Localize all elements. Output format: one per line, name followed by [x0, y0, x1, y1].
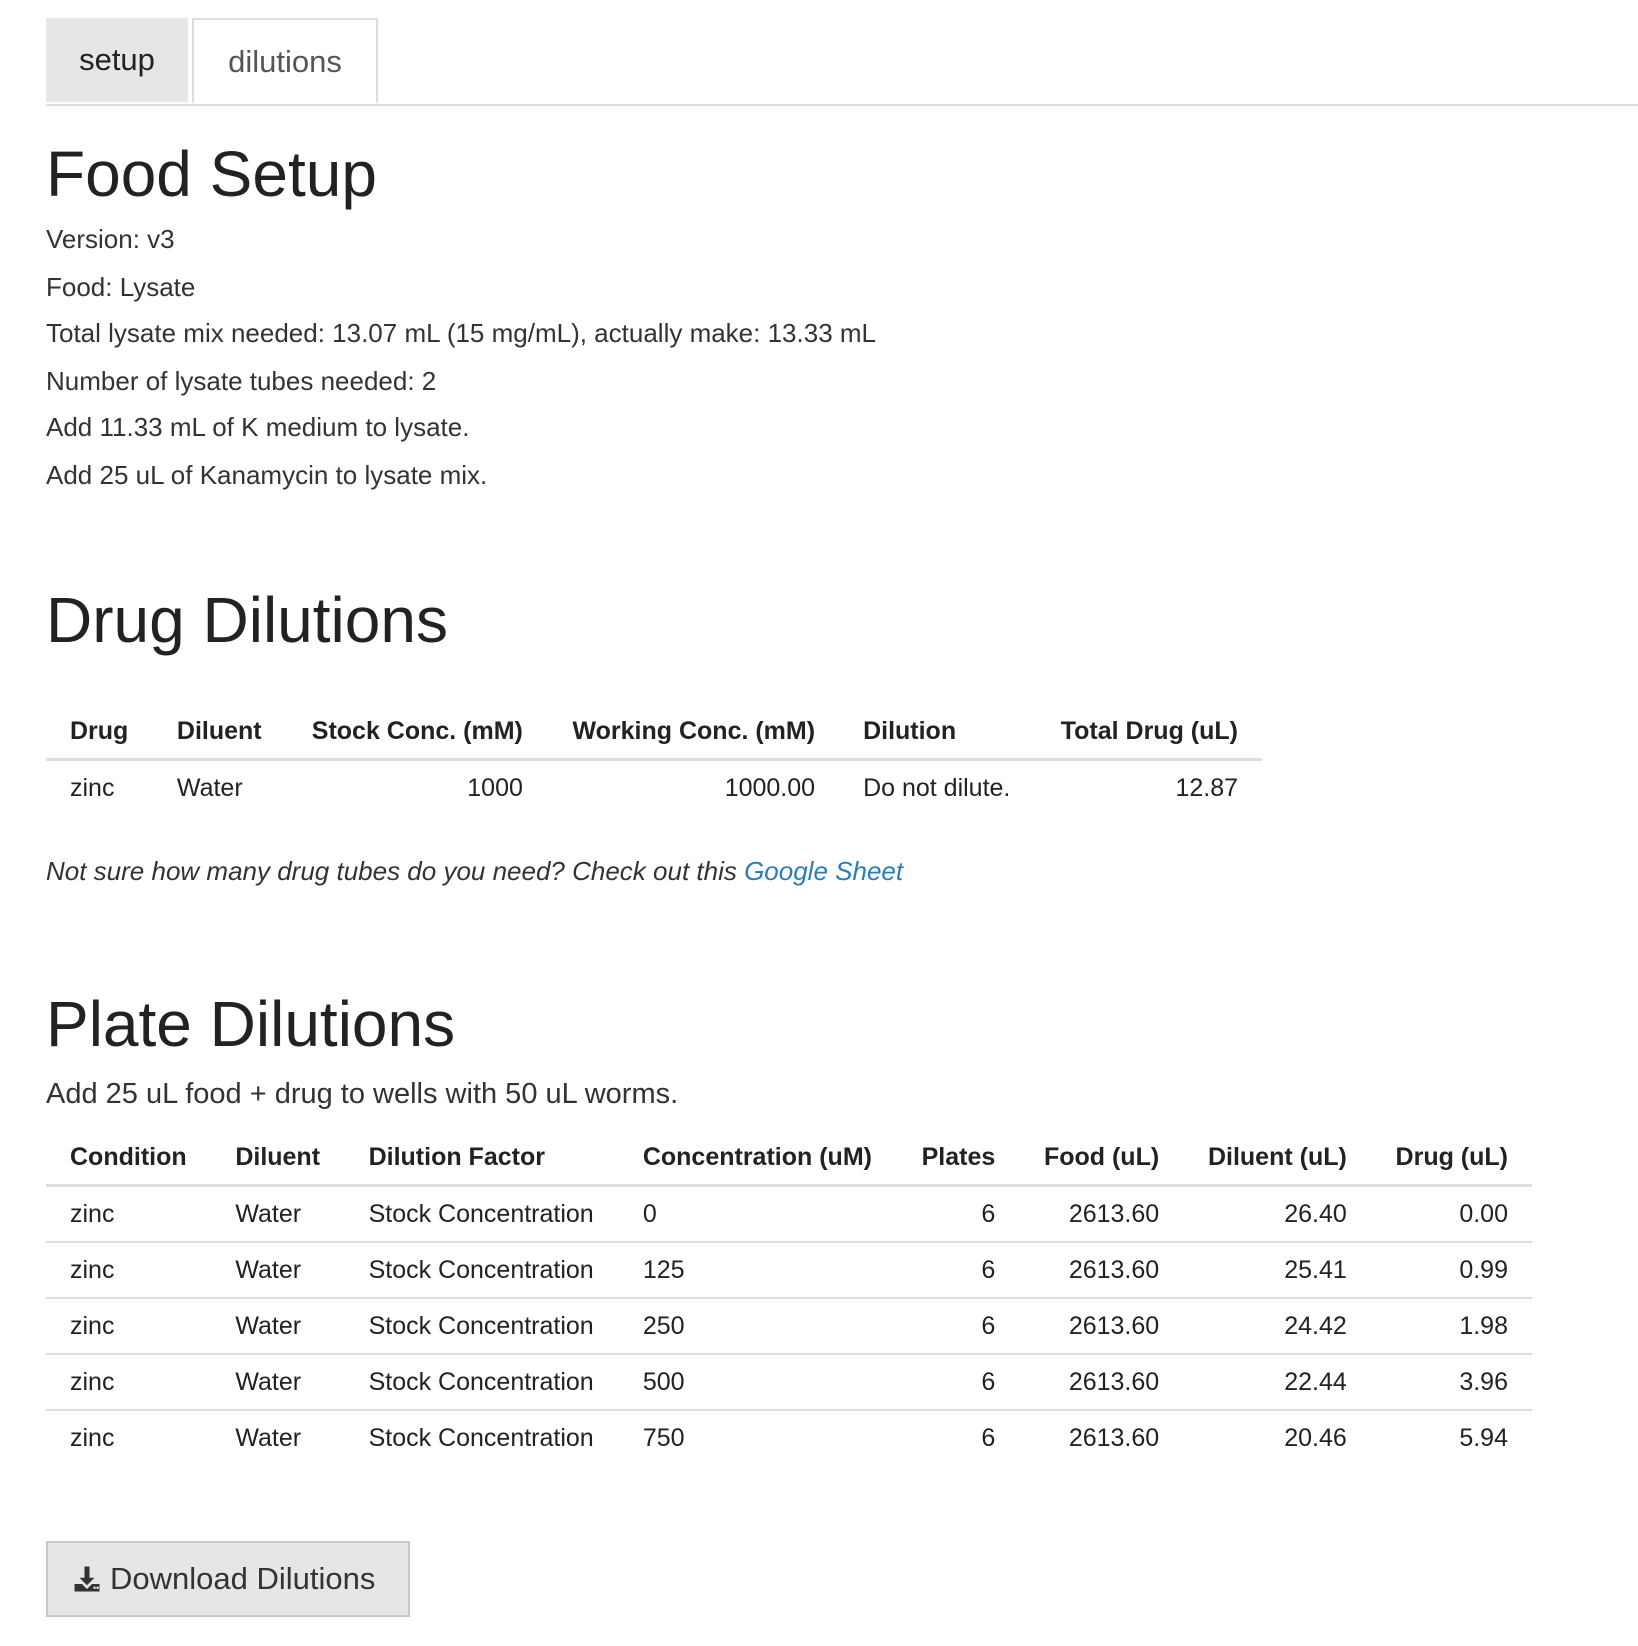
cell-drug: zinc [70, 773, 115, 802]
col-condition: Condition [46, 1130, 212, 1187]
cell-condition: zinc [46, 1409, 212, 1465]
drug-tubes-note: Not sure how many drug tubes do you need… [46, 856, 903, 887]
cell-plates: 6 [897, 1353, 1020, 1410]
version-text: Version: v3 [46, 224, 175, 254]
cell-condition: zinc [70, 1199, 115, 1228]
total-lysate-text: Total lysate mix needed: 13.07 mL (15 mg… [46, 318, 876, 348]
page: setup dilutions Food Setup Version: v3 F… [0, 0, 1638, 1646]
cell-dilution: Do not dilute. [863, 773, 1011, 802]
cell-dilution-factor: Stock Concentration [344, 1353, 619, 1410]
col-drug: Drug [46, 704, 153, 761]
plate-dilutions-title: Plate Dilutions [46, 988, 456, 1060]
plate-dilutions-table: Condition Diluent Dilution Factor Concen… [46, 1130, 1532, 1465]
table-row: zinc Water Stock Concentration 125 6 261… [46, 1241, 1532, 1298]
cell-diluent-ul: 22.44 [1183, 1353, 1371, 1410]
cell-plates: 6 [981, 1199, 996, 1228]
tab-dilutions[interactable]: dilutions [192, 18, 378, 104]
plate-dilutions-subtitle: Add 25 uL food + drug to wells with 50 u… [46, 1078, 679, 1110]
col-diluent-ul: Diluent (uL) [1183, 1130, 1371, 1187]
cell-plates: 6 [897, 1241, 1020, 1298]
download-label: Download Dilutions [110, 1561, 376, 1596]
cell-concentration: 125 [618, 1241, 898, 1298]
table-row: zinc Water Stock Concentration 500 6 261… [46, 1353, 1532, 1410]
cell-drug-ul: 3.96 [1370, 1353, 1532, 1410]
cell-drug-ul: 1.98 [1370, 1297, 1532, 1354]
col-working-conc: Working Conc. (mM) [546, 704, 840, 761]
table-header-row: Condition Diluent Dilution Factor Concen… [46, 1130, 1532, 1187]
drug-dilutions-table: Drug Diluent Stock Conc. (mM) Working Co… [46, 704, 1262, 815]
col-dilution-factor: Dilution Factor [344, 1130, 619, 1187]
cell-food: 2613.60 [1019, 1297, 1184, 1354]
cell-condition: zinc [46, 1297, 212, 1354]
table-row: zinc Water Stock Concentration 250 6 261… [46, 1297, 1532, 1354]
tab-bar: setup dilutions [46, 18, 1638, 106]
note-text: Not sure how many drug tubes do you need… [46, 856, 745, 886]
cell-stock-conc: 1000 [467, 773, 523, 802]
col-plates: Plates [897, 1130, 1020, 1187]
cell-dilution-factor: Stock Concentration [344, 1241, 619, 1298]
cell-concentration: 750 [618, 1409, 898, 1465]
cell-condition: zinc [46, 1241, 212, 1298]
cell-diluent: Water [211, 1297, 345, 1354]
download-icon [74, 1566, 100, 1592]
cell-dilution-factor: Stock Concentration [344, 1409, 619, 1465]
lysate-tubes-text: Number of lysate tubes needed: 2 [46, 366, 437, 396]
cell-working-conc: 1000.00 [724, 773, 816, 802]
cell-diluent: Water [211, 1409, 345, 1465]
tab-setup[interactable]: setup [46, 18, 188, 102]
cell-concentration: 250 [618, 1297, 898, 1354]
cell-diluent: Water [176, 773, 243, 802]
cell-drug-ul: 0.00 [1459, 1199, 1508, 1228]
table-header-row: Drug Diluent Stock Conc. (mM) Working Co… [46, 704, 1262, 761]
cell-diluent-ul: 20.46 [1183, 1409, 1371, 1465]
cell-food: 2613.60 [1019, 1241, 1184, 1298]
cell-dilution-factor: Stock Concentration [344, 1297, 619, 1354]
cell-diluent-ul: 24.42 [1183, 1297, 1371, 1354]
cell-diluent: Water [211, 1241, 345, 1298]
cell-condition: zinc [46, 1353, 212, 1410]
table-row: zinc Water Stock Concentration 0 6 2613.… [46, 1186, 1532, 1243]
cell-plates: 6 [897, 1297, 1020, 1354]
kanamycin-text: Add 25 uL of Kanamycin to lysate mix. [46, 460, 488, 490]
food-setup-title: Food Setup [46, 138, 377, 210]
cell-concentration: 0 [642, 1199, 657, 1228]
col-stock-conc: Stock Conc. (mM) [286, 704, 547, 761]
col-diluent: Diluent [211, 1130, 345, 1187]
col-dilution: Dilution [839, 704, 1036, 761]
col-drug-ul: Drug (uL) [1370, 1130, 1532, 1187]
drug-dilutions-title: Drug Dilutions [46, 584, 448, 656]
col-diluent: Diluent [152, 704, 287, 761]
food-text: Food: Lysate [46, 272, 196, 302]
cell-drug-ul: 5.94 [1370, 1409, 1532, 1465]
cell-diluent-ul: 25.41 [1183, 1241, 1371, 1298]
cell-plates: 6 [897, 1409, 1020, 1465]
cell-food: 2613.60 [1068, 1199, 1160, 1228]
cell-total-drug: 12.87 [1175, 773, 1238, 802]
col-concentration: Concentration (uM) [618, 1130, 898, 1187]
table-row: zinc Water 1000 1000.00 Do not dilute. 1… [46, 760, 1262, 816]
cell-drug-ul: 0.99 [1370, 1241, 1532, 1298]
cell-concentration: 500 [618, 1353, 898, 1410]
cell-diluent: Water [235, 1199, 302, 1228]
cell-food: 2613.60 [1019, 1353, 1184, 1410]
google-sheet-link[interactable]: Google Sheet [744, 856, 903, 886]
cell-food: 2613.60 [1019, 1409, 1184, 1465]
download-dilutions-button[interactable]: Download Dilutions [46, 1541, 410, 1617]
col-food: Food (uL) [1019, 1130, 1184, 1187]
cell-dilution-factor: Stock Concentration [368, 1199, 594, 1228]
k-medium-text: Add 11.33 mL of K medium to lysate. [46, 412, 470, 442]
col-total-drug: Total Drug (uL) [1035, 704, 1262, 761]
cell-diluent-ul: 26.40 [1284, 1199, 1347, 1228]
cell-diluent: Water [211, 1353, 345, 1410]
table-row: zinc Water Stock Concentration 750 6 261… [46, 1409, 1532, 1465]
